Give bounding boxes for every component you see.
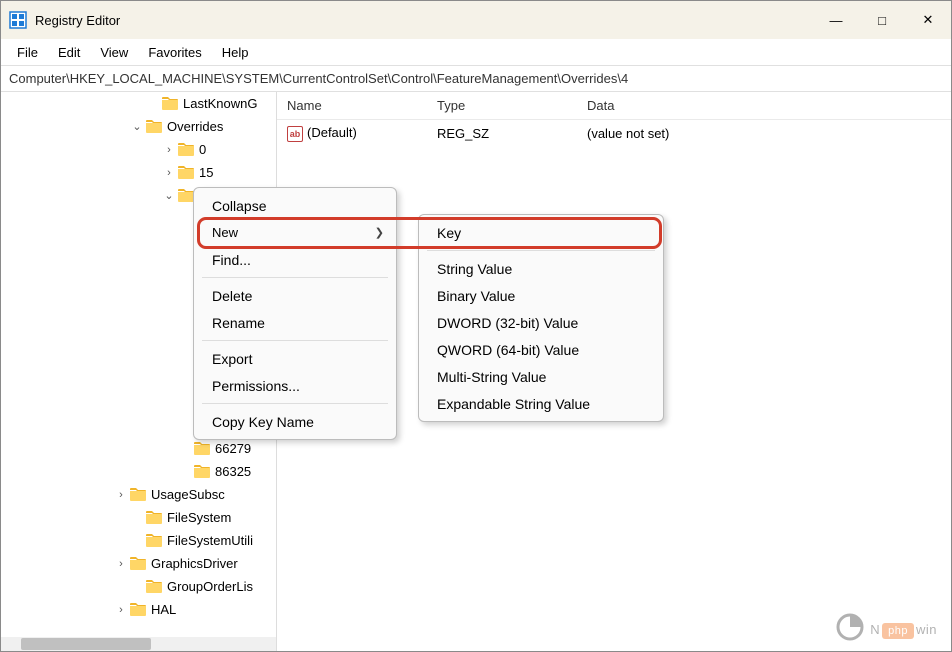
maximize-icon: □ bbox=[878, 13, 886, 28]
menubar: File Edit View Favorites Help bbox=[1, 39, 951, 66]
tree-scrollbar[interactable] bbox=[1, 637, 276, 651]
tree-twisty-icon[interactable]: › bbox=[113, 558, 129, 570]
folder-icon bbox=[193, 442, 211, 456]
ctx-copykeyname[interactable]: Copy Key Name bbox=[194, 408, 396, 435]
folder-icon bbox=[145, 120, 163, 134]
row-name-text: (Default) bbox=[307, 125, 357, 140]
titlebar: Registry Editor ― □ ✕ bbox=[1, 1, 951, 39]
tree-label: 86325 bbox=[215, 464, 251, 479]
tree-twisty-icon[interactable]: › bbox=[113, 604, 129, 616]
folder-icon bbox=[145, 580, 163, 594]
folder-icon bbox=[177, 143, 195, 157]
folder-icon bbox=[129, 603, 147, 617]
folder-icon bbox=[177, 166, 195, 180]
ctx-export[interactable]: Export bbox=[194, 345, 396, 372]
tree-label: HAL bbox=[151, 602, 176, 617]
tree-row[interactable]: › GraphicsDriver bbox=[1, 552, 276, 575]
minimize-icon: ― bbox=[830, 13, 843, 28]
menu-edit[interactable]: Edit bbox=[48, 41, 90, 64]
ctx-sep bbox=[202, 340, 388, 341]
ctx-permissions[interactable]: Permissions... bbox=[194, 372, 396, 399]
close-button[interactable]: ✕ bbox=[905, 1, 951, 39]
ctx-collapse[interactable]: Collapse bbox=[194, 192, 396, 219]
ctx-new-label: New bbox=[212, 225, 238, 240]
tree-row[interactable]: GroupOrderLis bbox=[1, 575, 276, 598]
tree-row[interactable]: LastKnownG bbox=[1, 92, 276, 115]
tree-twisty-icon[interactable]: ⌄ bbox=[129, 120, 145, 133]
tree-twisty-icon[interactable]: › bbox=[113, 489, 129, 501]
ctx-new-string[interactable]: String Value bbox=[419, 255, 663, 282]
app-icon bbox=[9, 11, 27, 29]
menu-favorites[interactable]: Favorites bbox=[138, 41, 211, 64]
folder-icon bbox=[129, 488, 147, 502]
tree-label: GraphicsDriver bbox=[151, 556, 238, 571]
tree-label: FileSystem bbox=[167, 510, 231, 525]
close-icon: ✕ bbox=[923, 12, 934, 28]
ctx-new-binary[interactable]: Binary Value bbox=[419, 282, 663, 309]
minimize-button[interactable]: ― bbox=[813, 1, 859, 39]
tree-label: 15 bbox=[199, 165, 213, 180]
ctx-new-key[interactable]: Key bbox=[419, 219, 663, 246]
window-title: Registry Editor bbox=[35, 13, 813, 28]
tree-row[interactable]: › HAL bbox=[1, 598, 276, 621]
folder-icon bbox=[145, 534, 163, 548]
list-row[interactable]: ab (Default) REG_SZ (value not set) bbox=[277, 120, 951, 146]
regsz-icon: ab bbox=[287, 126, 303, 142]
ctx-rename[interactable]: Rename bbox=[194, 309, 396, 336]
tree-row[interactable]: 86325 bbox=[1, 460, 276, 483]
ctx-new-qword[interactable]: QWORD (64-bit) Value bbox=[419, 336, 663, 363]
col-name[interactable]: Name bbox=[277, 98, 427, 113]
col-type[interactable]: Type bbox=[427, 98, 577, 113]
tree-row[interactable]: ›0 bbox=[1, 138, 276, 161]
address-bar[interactable]: Computer\HKEY_LOCAL_MACHINE\SYSTEM\Curre… bbox=[1, 66, 951, 92]
ctx-sep bbox=[202, 403, 388, 404]
tree-twisty-icon[interactable]: ⌄ bbox=[161, 189, 177, 202]
context-menu-key: Collapse New ❯ Find... Delete Rename Exp… bbox=[193, 187, 397, 440]
ctx-new-multistring[interactable]: Multi-String Value bbox=[419, 363, 663, 390]
ctx-new-expandstring[interactable]: Expandable String Value bbox=[419, 390, 663, 417]
ctx-new-dword[interactable]: DWORD (32-bit) Value bbox=[419, 309, 663, 336]
tree-label: GroupOrderLis bbox=[167, 579, 253, 594]
menu-help[interactable]: Help bbox=[212, 41, 259, 64]
tree-twisty-icon[interactable]: › bbox=[161, 167, 177, 179]
col-data[interactable]: Data bbox=[577, 98, 951, 113]
tree-label: 66279 bbox=[215, 441, 251, 456]
ctx-sep bbox=[427, 250, 655, 251]
tree-twisty-icon[interactable]: › bbox=[161, 144, 177, 156]
cell-type: REG_SZ bbox=[427, 126, 577, 141]
ctx-find[interactable]: Find... bbox=[194, 246, 396, 273]
ctx-delete[interactable]: Delete bbox=[194, 282, 396, 309]
tree-row[interactable]: FileSystem bbox=[1, 506, 276, 529]
tree-row[interactable]: FileSystemUtili bbox=[1, 529, 276, 552]
context-submenu-new: Key String Value Binary Value DWORD (32-… bbox=[418, 214, 664, 422]
list-header: Name Type Data bbox=[277, 92, 951, 120]
ctx-sep bbox=[202, 277, 388, 278]
folder-icon bbox=[161, 97, 179, 111]
menu-file[interactable]: File bbox=[7, 41, 48, 64]
tree-row[interactable]: › 15 bbox=[1, 161, 276, 184]
cell-name: ab (Default) bbox=[277, 125, 427, 142]
tree-label: Overrides bbox=[167, 119, 223, 134]
tree-row[interactable]: ⌄ Overrides bbox=[1, 115, 276, 138]
tree-label: UsageSubsc bbox=[151, 487, 225, 502]
tree-scrollbar-thumb[interactable] bbox=[21, 638, 151, 650]
address-text: Computer\HKEY_LOCAL_MACHINE\SYSTEM\Curre… bbox=[9, 71, 628, 86]
maximize-button[interactable]: □ bbox=[859, 1, 905, 39]
submenu-arrow-icon: ❯ bbox=[375, 226, 384, 239]
tree-label: LastKnownG bbox=[183, 96, 257, 111]
cell-data: (value not set) bbox=[577, 126, 951, 141]
folder-icon bbox=[193, 465, 211, 479]
tree-row[interactable]: › UsageSubsc bbox=[1, 483, 276, 506]
tree-label: FileSystemUtili bbox=[167, 533, 253, 548]
folder-icon bbox=[129, 557, 147, 571]
tree-row[interactable]: 66279 bbox=[1, 437, 276, 460]
menu-view[interactable]: View bbox=[90, 41, 138, 64]
tree-label: 0 bbox=[199, 142, 206, 157]
ctx-new[interactable]: New ❯ bbox=[194, 219, 396, 246]
folder-icon bbox=[145, 511, 163, 525]
